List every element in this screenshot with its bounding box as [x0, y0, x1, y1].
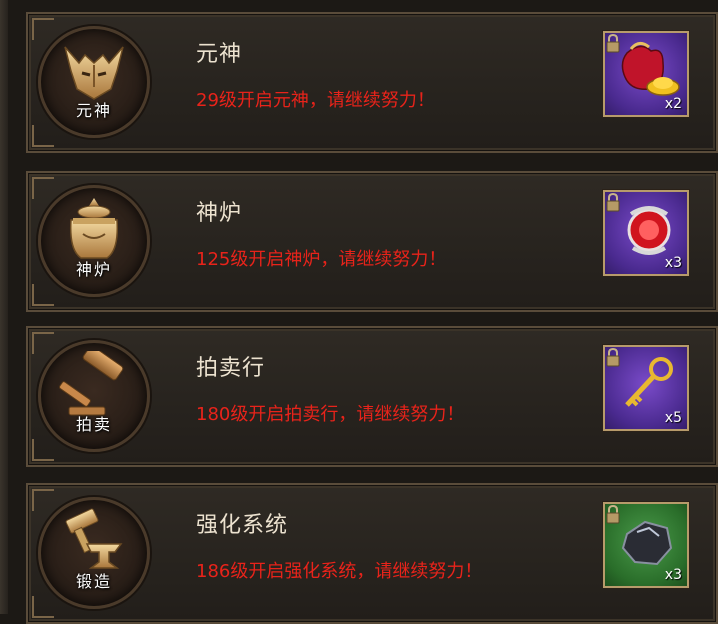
feature-emblem: 锻造 [38, 497, 150, 609]
feature-card-enhance: 锻造 强化系统 186级开启强化系统，请继续努力！ x3 [26, 483, 718, 624]
feature-card-auction: 拍卖 拍卖行 180级开启拍卖行，请继续努力！ x5 [26, 326, 718, 467]
feature-title: 拍卖行 [196, 356, 266, 381]
reward-quantity: x3 [664, 567, 682, 583]
lock-icon [606, 347, 620, 367]
feature-title: 神炉 [196, 201, 243, 226]
unlock-message: 29级开启元神，请继续努力！ [196, 90, 435, 111]
reward-quantity: x2 [664, 96, 682, 112]
emblem-label: 神炉 [75, 260, 112, 279]
feature-card-shenlu: 神炉 神炉 125级开启神炉，请继续努力！ x3 [26, 171, 718, 312]
feature-emblem: 拍卖 [38, 340, 150, 452]
reward-quantity: x3 [664, 255, 682, 271]
emblem-label: 拍卖 [75, 415, 112, 434]
reward-slot[interactable]: x3 [603, 190, 689, 276]
feature-title: 元神 [196, 42, 243, 67]
lock-icon [606, 33, 620, 53]
reward-slot[interactable]: x3 [603, 502, 689, 588]
feature-title: 强化系统 [196, 513, 289, 538]
emblem-label: 锻造 [75, 572, 112, 591]
reward-slot[interactable]: x2 [603, 31, 689, 117]
lock-icon [606, 504, 620, 524]
left-edge [0, 0, 8, 614]
unlock-message: 186级开启强化系统，请继续努力！ [196, 561, 483, 582]
feature-emblem: 元神 [38, 26, 150, 138]
feature-card-yuanshen: 元神 元神 29级开启元神，请继续努力！ x2 [26, 12, 718, 153]
emblem-label: 元神 [75, 101, 112, 120]
unlock-message: 125级开启神炉，请继续努力！ [196, 249, 447, 270]
unlock-message: 180级开启拍卖行，请继续努力！ [196, 404, 465, 425]
reward-slot[interactable]: x5 [603, 345, 689, 431]
reward-quantity: x5 [664, 410, 682, 426]
lock-icon [606, 192, 620, 212]
feature-emblem: 神炉 [38, 185, 150, 297]
